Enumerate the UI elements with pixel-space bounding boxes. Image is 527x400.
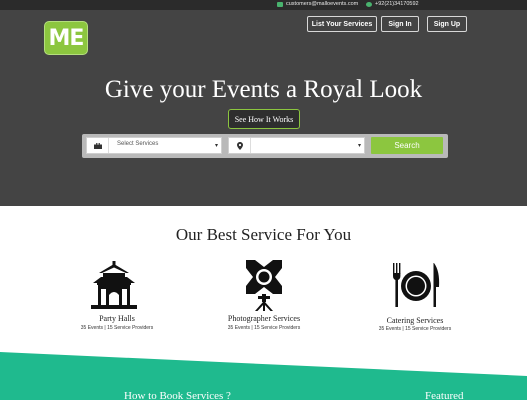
hero-title: Give your Events a Royal Look <box>104 76 423 103</box>
phone-icon <box>366 1 372 7</box>
envelope-icon <box>277 1 283 7</box>
logo-text: ME <box>48 25 85 51</box>
email-contact[interactable]: customers@malloevents.com <box>277 1 358 7</box>
email-text[interactable]: customers@malloevents.com <box>286 1 358 7</box>
phone-contact[interactable]: +92(21)34170592 <box>366 1 419 7</box>
pagoda-icon <box>91 261 137 309</box>
search-button[interactable]: Search <box>371 137 443 154</box>
map-pin-icon <box>229 138 251 153</box>
chevron-down-icon: ▾ <box>357 142 361 149</box>
search-bar: Select Services ▾ ▾ Search <box>82 134 448 158</box>
hero-section: ME List Your Services Sign In Sign Up Gi… <box>0 10 527 206</box>
camera-tripod-icon <box>246 260 282 311</box>
service-stats: 35 Events | 15 Service Providers <box>378 326 452 332</box>
service-name: Party Halls <box>99 314 135 323</box>
service-name: Photographer Services <box>227 314 301 323</box>
featured-heading: Featured <box>425 390 464 400</box>
service-select[interactable]: Select Services ▾ <box>86 137 222 154</box>
list-your-services-button[interactable]: List Your Services <box>307 16 377 32</box>
chevron-down-icon: ▾ <box>214 142 218 149</box>
see-how-it-works-button[interactable]: See How It Works <box>228 109 300 129</box>
fork-plate-knife-icon <box>393 263 440 307</box>
service-stats: 35 Events | 15 Service Providers <box>227 325 301 331</box>
sign-up-button[interactable]: Sign Up <box>427 16 467 32</box>
sign-in-button[interactable]: Sign In <box>381 16 419 32</box>
how-to-book-heading: How to Book Services ? <box>124 390 231 400</box>
contact-bar: customers@malloevents.com +92(21)3417059… <box>0 0 527 10</box>
service-select-value: Select Services <box>117 141 159 147</box>
site-logo[interactable]: ME <box>44 21 88 55</box>
location-select[interactable]: ▾ <box>228 137 365 154</box>
services-heading: Our Best Service For You <box>175 225 352 244</box>
briefcase-icon <box>87 138 109 153</box>
service-name: Catering Services <box>386 316 444 325</box>
phone-text[interactable]: +92(21)34170592 <box>375 1 419 7</box>
service-stats: 35 Events | 15 Service Providers <box>80 325 154 331</box>
